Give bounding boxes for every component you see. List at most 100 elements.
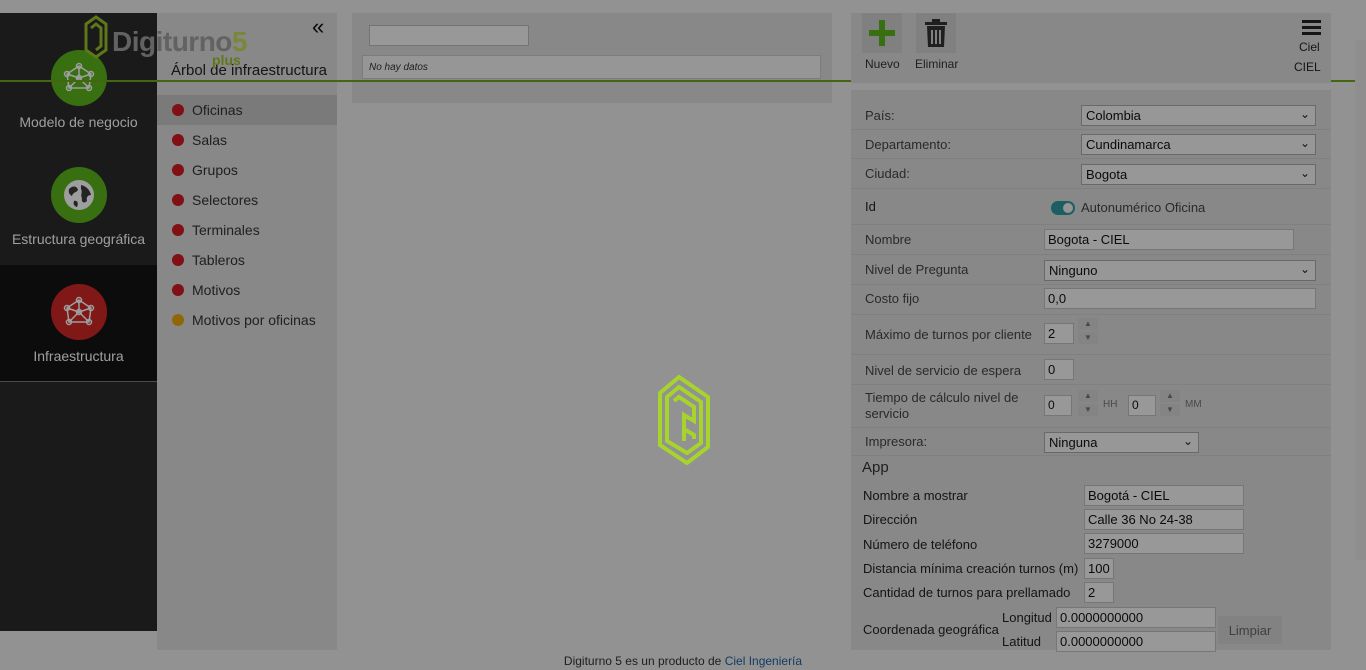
new-button[interactable]: [862, 13, 902, 53]
distancia-input[interactable]: 100: [1084, 558, 1114, 579]
tree-item-oficinas[interactable]: Oficinas: [157, 95, 337, 125]
ciudad-label: Ciudad:: [865, 166, 910, 181]
chevron-down-icon[interactable]: ▼: [1160, 404, 1180, 416]
max-turnos-label: Máximo de turnos por cliente: [865, 327, 1032, 342]
status-dot-icon: [172, 194, 184, 206]
chevron-down-icon: ⌄: [1299, 166, 1310, 180]
tree-item-label: Motivos: [192, 282, 241, 298]
tree-item-label: Terminales: [192, 222, 260, 238]
new-button-label: Nuevo: [865, 57, 900, 71]
footer-link[interactable]: Ciel Ingeniería: [725, 654, 802, 668]
delete-button[interactable]: [916, 13, 956, 53]
tree-item-motivos[interactable]: Motivos: [157, 275, 337, 305]
tree-item-tableros[interactable]: Tableros: [157, 245, 337, 275]
chevron-down-icon[interactable]: ▼: [1078, 404, 1098, 416]
costo-fijo-input[interactable]: 0,0: [1044, 288, 1316, 309]
tree-item-label: Salas: [192, 132, 228, 148]
loading-logo-icon: [658, 374, 710, 465]
tree-item-label: Motivos por oficinas: [192, 312, 316, 328]
chevron-down-icon: ⌄: [1299, 136, 1310, 150]
nombre-mostrar-input[interactable]: Bogotá - CIEL: [1084, 485, 1244, 506]
tree-item-label: Grupos: [192, 162, 238, 178]
chevron-up-icon[interactable]: ▲: [1078, 318, 1098, 330]
plus-icon: [869, 20, 895, 46]
distancia-label: Distancia mínima creación turnos (m): [863, 561, 1079, 576]
longitud-label: Longitud: [1002, 610, 1052, 625]
hamburger-menu-icon[interactable]: [1302, 20, 1321, 38]
nivel-servicio-label: Nivel de servicio de espera: [865, 363, 1022, 378]
telefono-input[interactable]: 3279000: [1084, 533, 1244, 554]
ciudad-select[interactable]: Bogota ⌄: [1081, 164, 1316, 185]
direccion-label: Dirección: [863, 512, 918, 527]
nombre-label: Nombre: [865, 232, 912, 247]
tree-item-salas[interactable]: Salas: [157, 125, 337, 155]
menu-item-label: Infraestructura: [33, 348, 124, 364]
tree-item-label: Tableros: [192, 252, 245, 268]
autonumeric-label: Autonumérico Oficina: [1081, 200, 1206, 215]
longitud-input[interactable]: 0.0000000000: [1056, 607, 1216, 628]
departamento-label: Departamento:: [865, 137, 951, 152]
footer-text: Digiturno 5 es un producto de: [563, 654, 725, 668]
footer: Digiturno 5 es un producto de Ciel Ingen…: [0, 654, 1366, 668]
menu-item-label: Estructura geográfica: [11, 231, 146, 247]
max-turnos-stepper[interactable]: ▲ ▼: [1078, 318, 1098, 346]
clear-coordinates-button[interactable]: Limpiar: [1218, 616, 1282, 644]
status-dot-icon: [172, 224, 184, 236]
prellamado-input[interactable]: 2: [1084, 582, 1114, 603]
logo-plus: plus: [212, 52, 241, 68]
hh-stepper[interactable]: ▲ ▼: [1078, 390, 1098, 418]
menu-item-modelo-negocio[interactable]: Modelo de negocio: [0, 50, 157, 167]
hh-input[interactable]: 0: [1044, 395, 1072, 416]
collapse-sidebar-button[interactable]: «: [312, 16, 324, 38]
chevron-down-icon[interactable]: ▼: [1078, 332, 1098, 344]
status-dot-icon: [172, 314, 184, 326]
impresora-select[interactable]: Ninguna ⌄: [1044, 432, 1199, 453]
mm-input[interactable]: 0: [1128, 395, 1156, 416]
globe-icon: [50, 167, 107, 223]
nombre-input[interactable]: Bogota - CIEL: [1044, 229, 1294, 250]
nivel-pregunta-label: Nivel de Pregunta: [865, 262, 969, 277]
status-dot-icon: [172, 134, 184, 146]
search-input[interactable]: [369, 25, 529, 46]
hh-unit: HH: [1103, 399, 1118, 410]
menu-item-infraestructura[interactable]: Infraestructura: [0, 265, 157, 382]
chevron-down-icon: ⌄: [1299, 262, 1310, 276]
results-table-empty: No hay datos: [362, 55, 821, 79]
tree-item-selectores[interactable]: Selectores: [157, 185, 337, 215]
coordenada-label: Coordenada geográfica: [863, 622, 999, 637]
costo-fijo-label: Costo fijo: [865, 291, 920, 306]
tree-item-label: Oficinas: [192, 102, 243, 118]
pais-label: País:: [865, 108, 895, 123]
user-company: CIEL: [1294, 60, 1321, 74]
pais-select[interactable]: Colombia ⌄: [1081, 105, 1316, 126]
latitud-input[interactable]: 0.0000000000: [1056, 631, 1216, 652]
menu-item-label: Modelo de negocio: [19, 114, 138, 130]
nombre-mostrar-label: Nombre a mostrar: [863, 488, 968, 503]
status-dot-icon: [172, 164, 184, 176]
trash-icon: [925, 19, 947, 47]
max-turnos-input[interactable]: 2: [1044, 323, 1074, 344]
nivel-pregunta-select[interactable]: Ninguno ⌄: [1044, 260, 1316, 281]
app-logo: Digiturno5 plus: [82, 14, 282, 68]
chevron-up-icon[interactable]: ▲: [1078, 390, 1098, 402]
departamento-select[interactable]: Cundinamarca ⌄: [1081, 134, 1316, 155]
autonumeric-toggle[interactable]: [1051, 201, 1075, 215]
left-menu: Modelo de negocio Estructura geográfica …: [0, 13, 157, 631]
latitud-label: Latitud: [1002, 634, 1042, 649]
direccion-input[interactable]: Calle 36 No 24-38: [1084, 509, 1244, 530]
nivel-servicio-input[interactable]: 0: [1044, 359, 1074, 380]
mm-stepper[interactable]: ▲ ▼: [1160, 390, 1180, 418]
chevron-down-icon: ⌄: [1182, 434, 1193, 448]
tree-item-terminales[interactable]: Terminales: [157, 215, 337, 245]
user-name[interactable]: Ciel: [1299, 40, 1320, 54]
impresora-label: Impresora:: [865, 434, 928, 449]
app-section-title: App: [862, 459, 889, 476]
chevron-up-icon[interactable]: ▲: [1160, 390, 1180, 402]
network-icon: [50, 284, 107, 340]
logo-mark-icon: [84, 15, 108, 59]
tree-item-motivos-oficinas[interactable]: Motivos por oficinas: [157, 305, 337, 335]
scrollbar[interactable]: [1355, 40, 1366, 560]
mm-unit: MM: [1185, 399, 1202, 410]
tree-item-grupos[interactable]: Grupos: [157, 155, 337, 185]
tree-item-label: Selectores: [192, 192, 259, 208]
